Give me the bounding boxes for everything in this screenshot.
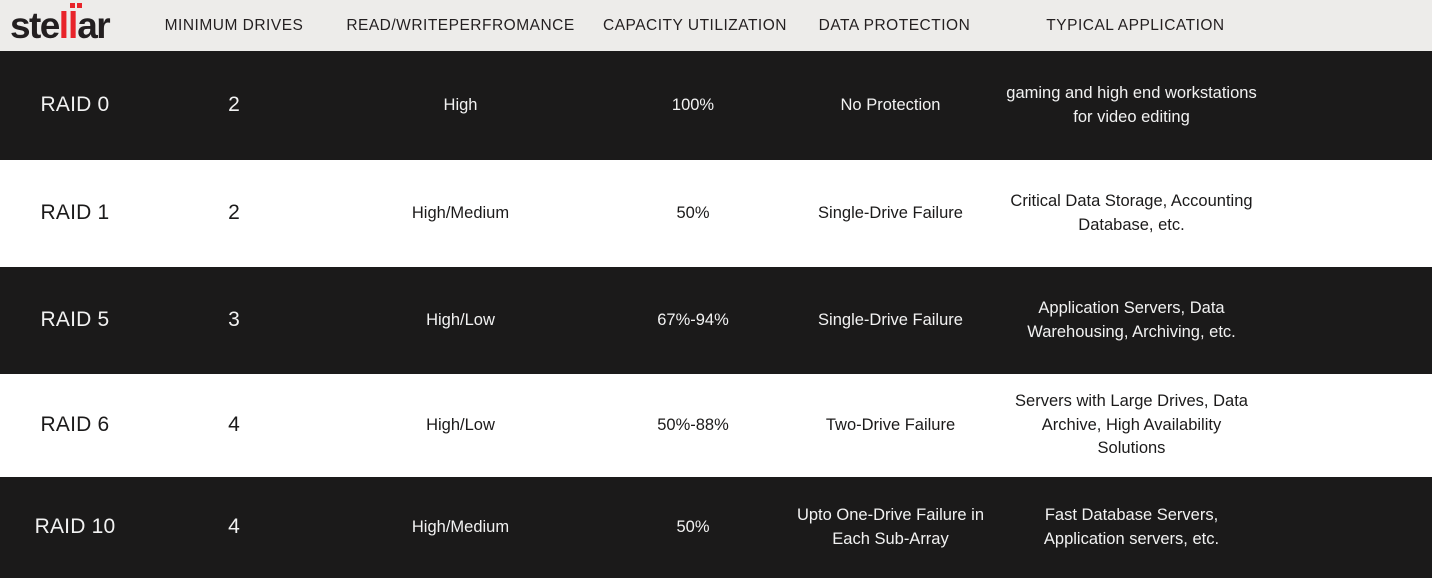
table-body: RAID 0 2 High 100% No Protection gaming … — [0, 51, 1432, 579]
cell-capacity-utilization: 50%-88% — [657, 415, 729, 434]
column-header-data-protection: DATA PROTECTION — [818, 16, 971, 34]
cell-read-write-performance: High/Medium — [411, 517, 510, 536]
cell-minimum-drives: 2 — [228, 201, 240, 225]
brand-logo-cell: ste ll ar — [0, 3, 150, 46]
table-row: RAID 10 4 High/Medium 50% Upto One-Drive… — [0, 477, 1432, 578]
cell-minimum-drives: 4 — [228, 515, 240, 539]
cell-capacity-utilization: 67%-94% — [657, 310, 729, 329]
cell-minimum-drives: 2 — [228, 93, 240, 117]
cell-capacity-utilization: 50% — [676, 203, 710, 222]
logo-text-accent: ll — [58, 3, 78, 46]
column-header-read-write-performance: READ/WRITEPERFROMANCE — [346, 16, 575, 34]
cell-data-protection: Upto One-Drive Failure in Each Sub-Array — [796, 505, 985, 548]
column-header-typical-application: TYPICAL APPLICATION — [1046, 16, 1225, 34]
logo-text-part1: ste — [10, 5, 60, 46]
cell-raid-level: RAID 6 — [40, 413, 110, 437]
cell-typical-application: gaming and high end workstations for vid… — [1006, 83, 1257, 126]
cell-raid-level: RAID 5 — [40, 308, 110, 332]
table-row: RAID 6 4 High/Low 50%-88% Two-Drive Fail… — [0, 374, 1432, 477]
row-spacer — [1265, 524, 1432, 532]
cell-read-write-performance: High/Low — [426, 415, 495, 434]
row-spacer — [1265, 317, 1432, 325]
cell-data-protection: Two-Drive Failure — [825, 415, 956, 434]
cell-read-write-performance: High — [443, 95, 478, 114]
cell-capacity-utilization: 100% — [671, 95, 715, 114]
cell-typical-application: Servers with Large Drives, Data Archive,… — [1015, 391, 1248, 458]
cell-typical-application: Critical Data Storage, Accounting Databa… — [1010, 191, 1253, 234]
cell-minimum-drives: 3 — [228, 308, 240, 332]
cell-typical-application: Application Servers, Data Warehousing, A… — [1027, 298, 1236, 341]
cell-data-protection: Single-Drive Failure — [818, 310, 963, 329]
cell-raid-level: RAID 0 — [40, 93, 110, 117]
cell-data-protection: Single-Drive Failure — [818, 203, 963, 222]
stellar-logo: ste ll ar — [10, 3, 111, 46]
cell-read-write-performance: High/Low — [426, 310, 495, 329]
row-spacer — [1265, 210, 1432, 218]
table-row: RAID 1 2 High/Medium 50% Single-Drive Fa… — [0, 160, 1432, 267]
cell-read-write-performance: High/Medium — [411, 203, 510, 222]
row-spacer — [1265, 422, 1432, 430]
logo-text-part3: ar — [77, 5, 110, 46]
cell-raid-level: RAID 10 — [34, 515, 116, 539]
cell-capacity-utilization: 50% — [676, 517, 710, 536]
raid-comparison-table: ste ll ar MINIMUM DRIVES READ/WRITEPERFROM… — [0, 0, 1432, 579]
table-row: RAID 5 3 High/Low 67%-94% Single-Drive F… — [0, 267, 1432, 374]
cell-raid-level: RAID 1 — [40, 201, 110, 225]
row-spacer — [1265, 102, 1432, 110]
column-header-minimum-drives: MINIMUM DRIVES — [164, 16, 304, 34]
cell-typical-application: Fast Database Servers, Application serve… — [1043, 505, 1220, 548]
cell-data-protection: No Protection — [840, 95, 941, 114]
cell-minimum-drives: 4 — [228, 413, 240, 437]
column-header-capacity-utilization: CAPACITY UTILIZATION — [603, 16, 787, 34]
table-header-row: ste ll ar MINIMUM DRIVES READ/WRITEPERFROM… — [0, 0, 1432, 51]
table-row: RAID 0 2 High 100% No Protection gaming … — [0, 51, 1432, 160]
